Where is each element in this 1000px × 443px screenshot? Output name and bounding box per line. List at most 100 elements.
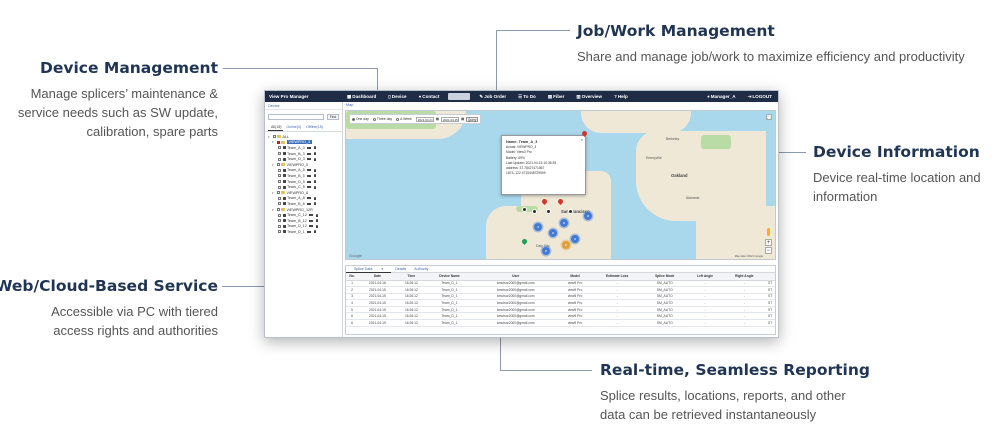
collapse-icon[interactable]: ▾: [272, 191, 275, 195]
street-view-icon[interactable]: [767, 228, 770, 236]
folder-icon: [281, 191, 285, 195]
checkbox[interactable]: [278, 196, 281, 200]
nav-to-do[interactable]: ☰ To Do: [512, 91, 542, 102]
checkbox[interactable]: [278, 185, 281, 189]
tree-device-item[interactable]: Team_D_1: [268, 229, 339, 235]
device-icon: ▯: [388, 93, 391, 99]
nav-overview[interactable]: ▥ Overview: [570, 91, 608, 102]
filter-icon[interactable]: ▾: [377, 267, 387, 271]
device-cluster-marker[interactable]: 5: [562, 241, 570, 249]
person-icon: [313, 180, 317, 184]
device-cluster-marker[interactable]: 2: [542, 247, 550, 255]
checkbox[interactable]: [278, 174, 281, 178]
logout-button[interactable]: ⇥ LOGOUT: [742, 91, 778, 102]
checkbox[interactable]: [276, 163, 280, 167]
nav-fiber[interactable]: ▤ Fiber: [542, 91, 571, 102]
table-row[interactable]: 4 2021-04-15 16:26:12 Team_D_1 kmutsor2000@g…: [346, 299, 775, 307]
tab-offline[interactable]: Offline(15): [303, 124, 325, 131]
close-icon[interactable]: ×: [581, 137, 583, 142]
checkbox[interactable]: [278, 146, 281, 150]
period-three-day[interactable]: Three day: [372, 117, 392, 121]
table-row[interactable]: 3 2021-04-15 16:26:12 Team_D_1 kmutsor2000@g…: [346, 293, 775, 301]
date-to-input[interactable]: 2021.04.15: [440, 116, 459, 122]
column-header[interactable]: [765, 273, 775, 281]
tab-splice-data[interactable]: Splice Data ▾: [346, 266, 392, 273]
checkbox[interactable]: [278, 152, 281, 156]
checkbox[interactable]: [276, 140, 280, 144]
checkbox[interactable]: [276, 191, 280, 195]
tab-details[interactable]: Details: [391, 266, 410, 273]
table-cell: 2021-04-15: [358, 299, 397, 307]
zoom-out-icon[interactable]: −: [765, 247, 772, 254]
device-cluster-marker[interactable]: 2: [560, 219, 568, 227]
table-row[interactable]: 6 2021-04-15 16:26:12 Team_D_1 kmutsor2000@g…: [346, 319, 775, 327]
person-icon: [313, 174, 317, 178]
nav-contact[interactable]: ● Contact: [413, 91, 446, 102]
tab-online[interactable]: Online(0): [283, 124, 303, 131]
zoom-in-icon[interactable]: +: [765, 239, 772, 246]
checkbox[interactable]: [278, 157, 281, 161]
table-row[interactable]: 6 2021-04-15 16:26:12 Team_D_1 kmutsor2000@g…: [346, 312, 775, 321]
column-header[interactable]: Left Angle: [686, 273, 724, 281]
nav-dashboard[interactable]: ▦ Dashboard: [341, 91, 382, 102]
table-row[interactable]: 1 2021-04-16 16:26:12 Team_D_1 kmutsor2000@g…: [346, 280, 775, 288]
folder-icon: [281, 140, 285, 144]
user-avatar-marker[interactable]: [522, 207, 527, 212]
column-header[interactable]: Right Angle: [723, 273, 766, 281]
table-cell: Team_D_1: [426, 293, 473, 301]
period-a-week[interactable]: A Week: [396, 117, 412, 121]
nav-active-item[interactable]: [448, 93, 471, 100]
checkbox[interactable]: [278, 180, 281, 184]
table-cell: 2021-04-15: [358, 312, 397, 321]
date-from-input[interactable]: 2021.03.21: [415, 116, 434, 122]
calendar-icon[interactable]: ▦: [461, 117, 464, 121]
checkbox[interactable]: [278, 219, 281, 223]
report-tabs: Splice Data ▾ Details Authority: [346, 266, 775, 273]
table-cell: Team_D_1: [426, 312, 473, 321]
column-header[interactable]: User: [472, 273, 559, 281]
find-button[interactable]: Find: [327, 114, 339, 120]
tab-authority[interactable]: Authority: [410, 266, 432, 273]
tab-all[interactable]: All(15): [268, 124, 284, 131]
table-cell: ST: [765, 286, 775, 294]
user-avatar-marker[interactable]: [546, 209, 551, 214]
device-cluster-marker[interactable]: 4: [534, 223, 542, 231]
device-cluster-marker[interactable]: 2: [549, 229, 557, 237]
column-header[interactable]: Time: [396, 273, 427, 281]
query-button[interactable]: Query: [466, 116, 479, 122]
collapse-icon[interactable]: ▾: [272, 140, 275, 144]
checkbox[interactable]: [278, 202, 281, 206]
column-header[interactable]: Device Name: [426, 273, 473, 281]
column-header[interactable]: Splice Mode: [642, 273, 687, 281]
checkbox[interactable]: [278, 168, 281, 172]
checkbox[interactable]: [278, 213, 281, 217]
device-cluster-marker[interactable]: 3: [571, 235, 579, 243]
device-map[interactable]: One day Three day A Week 2021.03.21 ▦ 20…: [345, 110, 776, 260]
nav-device[interactable]: ▯ Device: [382, 91, 412, 102]
checkbox[interactable]: [272, 135, 276, 139]
column-header[interactable]: Model: [558, 273, 592, 281]
device-cluster-marker[interactable]: 3: [584, 212, 592, 220]
user-avatar-marker[interactable]: [568, 209, 573, 214]
checkbox[interactable]: [276, 208, 280, 212]
battery-icon: [307, 180, 312, 183]
table-row[interactable]: 5 2021-04-15 16:26:12 Team_D_1 kmutsor2000@g…: [346, 306, 775, 314]
checkbox[interactable]: [278, 230, 281, 234]
column-header[interactable]: No.: [346, 273, 359, 281]
fullscreen-icon[interactable]: ⛶: [766, 114, 772, 120]
checkbox[interactable]: [278, 224, 281, 228]
table-row[interactable]: 2 2021-04-15 16:26:12 Team_D_1 kmutsor2000@g…: [346, 286, 775, 294]
user-menu[interactable]: ● Manager_A: [701, 91, 741, 102]
nav-help[interactable]: ? Help: [608, 91, 634, 102]
column-header[interactable]: Estimate Loss: [591, 273, 643, 281]
collapse-icon[interactable]: ▾: [272, 208, 275, 212]
nav-job-order[interactable]: ✎ Job Order: [473, 91, 512, 102]
column-header[interactable]: Date: [358, 273, 397, 281]
device-search-input[interactable]: [268, 114, 324, 120]
radio-icon: [352, 117, 355, 121]
period-one-day[interactable]: One day: [352, 117, 369, 121]
collapse-icon[interactable]: ▾: [268, 135, 271, 139]
user-avatar-marker[interactable]: [532, 209, 537, 214]
collapse-icon[interactable]: ▾: [272, 163, 275, 167]
calendar-icon[interactable]: ▦: [436, 117, 439, 121]
